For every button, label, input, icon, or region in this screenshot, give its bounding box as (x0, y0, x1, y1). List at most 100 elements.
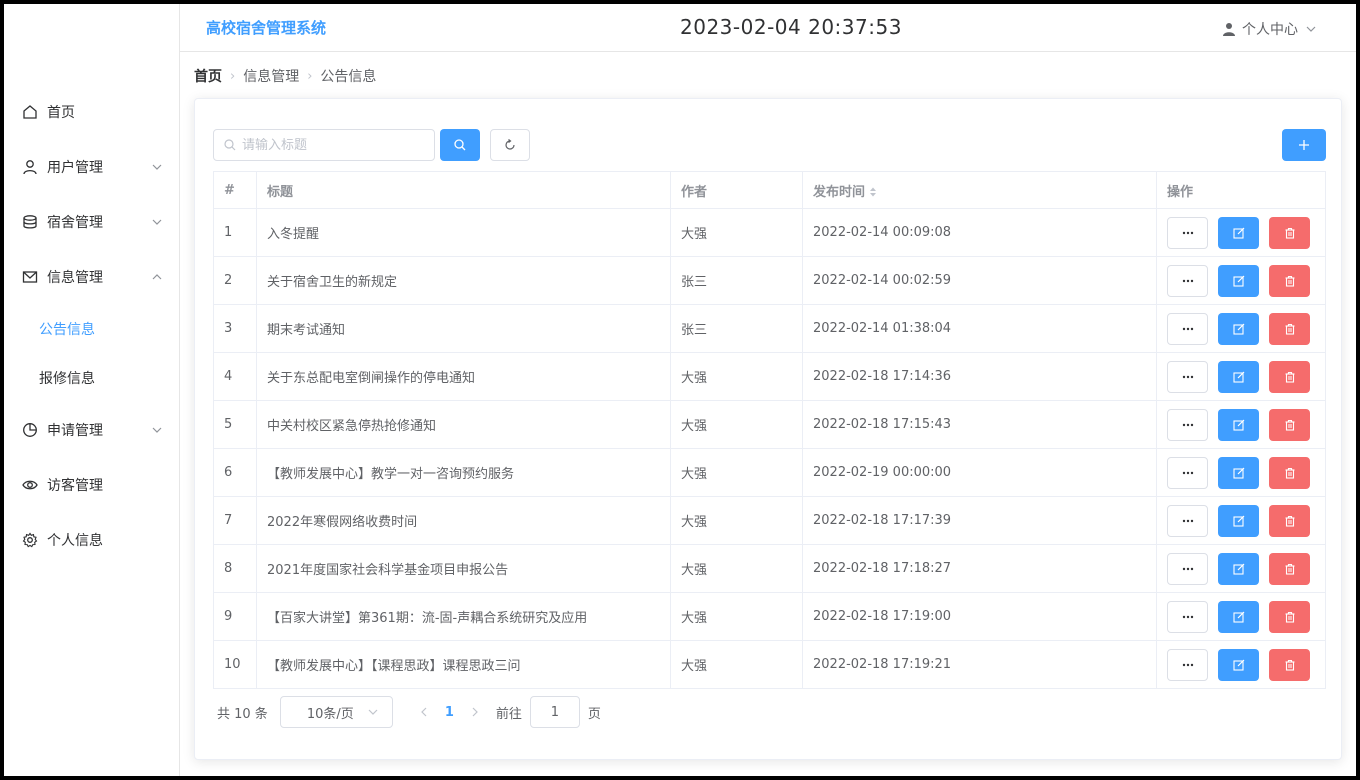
more-button[interactable] (1167, 408, 1208, 441)
edit-button[interactable] (1218, 600, 1259, 633)
more-button[interactable] (1167, 504, 1208, 537)
sidebar-subitem-announcements[interactable]: 公告信息 (4, 304, 180, 353)
table-row: 10 【教师发展中心】【课程思政】课程思政三问 大强 2022-02-18 17:19… (213, 640, 1326, 689)
gear-icon (22, 532, 38, 548)
goto-suffix: 页 (587, 706, 601, 722)
table-row: 3 期末考试通知 张三 2022-02-14 01:38:04 (213, 304, 1326, 353)
edit-button[interactable] (1218, 264, 1259, 297)
row-actions (1156, 592, 1326, 641)
more-icon (1182, 519, 1193, 522)
row-index: 4 (213, 352, 257, 401)
page-size-select[interactable]: 10条/页 (279, 696, 393, 728)
search-button[interactable] (440, 129, 480, 161)
row-actions (1156, 496, 1326, 545)
row-title: 关于宿舍卫生的新规定 (256, 256, 671, 305)
search-input[interactable] (242, 137, 422, 153)
edit-button[interactable] (1218, 456, 1259, 489)
row-time: 2022-02-18 17:19:00 (802, 592, 1157, 641)
row-title: 关于东总配电室倒闸操作的停电通知 (256, 352, 671, 401)
delete-button[interactable] (1269, 456, 1310, 489)
edit-button[interactable] (1218, 504, 1259, 537)
app-logo[interactable]: 高校宿舍管理系统 (206, 17, 326, 38)
chevron-down-icon (368, 709, 378, 715)
more-icon (1182, 375, 1193, 378)
row-title: 2021年度国家社会科学基金项目申报公告 (256, 544, 671, 593)
more-button[interactable] (1167, 552, 1208, 585)
column-header-time[interactable]: 发布时间 (802, 171, 1157, 209)
prev-page-icon[interactable] (419, 707, 429, 717)
row-author: 张三 (670, 256, 803, 305)
edit-button[interactable] (1218, 552, 1259, 585)
delete-button[interactable] (1269, 216, 1310, 249)
user-menu[interactable]: 个人中心 (1222, 19, 1316, 39)
row-action-group (1167, 360, 1315, 393)
sidebar-item-visitors[interactable]: 访客管理 (4, 457, 180, 512)
chevron-down-icon (152, 217, 162, 227)
more-button[interactable] (1167, 360, 1208, 393)
announcements-table: # 标题 作者 发布时间 操作 1 入冬提醒 大强 2022-02-14 00:09:… (213, 171, 1326, 689)
chevron-down-icon (152, 162, 162, 172)
row-time: 2022-02-14 00:02:59 (802, 256, 1157, 305)
delete-button[interactable] (1269, 504, 1310, 537)
sidebar-item-applications[interactable]: 申请管理 (4, 402, 180, 457)
sidebar: 首页 用户管理 宿舍管理 信息管理 公告信息 报修信息 申请管理 访客管理 个人… (4, 4, 180, 776)
more-button[interactable] (1167, 216, 1208, 249)
row-title: 期末考试通知 (256, 304, 671, 353)
table-row: 4 关于东总配电室倒闸操作的停电通知 大强 2022-02-18 17:14:36 (213, 352, 1326, 401)
row-title: 入冬提醒 (256, 208, 671, 257)
more-button[interactable] (1167, 312, 1208, 345)
edit-icon (1232, 323, 1244, 335)
more-button[interactable] (1167, 264, 1208, 297)
refresh-icon (505, 139, 515, 150)
breadcrumb-separator-icon: › (230, 68, 236, 84)
row-action-group (1167, 456, 1315, 489)
plus-icon (1299, 140, 1309, 150)
edit-button[interactable] (1218, 648, 1259, 681)
row-time: 2022-02-18 17:17:39 (802, 496, 1157, 545)
add-button[interactable] (1282, 129, 1326, 161)
delete-button[interactable] (1269, 264, 1310, 297)
more-button[interactable] (1167, 600, 1208, 633)
goto-page: 前往 页 (496, 696, 601, 728)
row-time: 2022-02-19 00:00:00 (802, 448, 1157, 497)
row-author: 张三 (670, 304, 803, 353)
row-author: 大强 (670, 400, 803, 449)
delete-button[interactable] (1269, 312, 1310, 345)
chevron-down-icon (152, 425, 162, 435)
table-header-row: # 标题 作者 发布时间 操作 (213, 171, 1326, 209)
table-row: 6 【教师发展中心】教学一对一咨询预约服务 大强 2022-02-19 00:00:0… (213, 448, 1326, 497)
sidebar-item-label: 个人信息 (47, 532, 103, 549)
delete-button[interactable] (1269, 552, 1310, 585)
row-time: 2022-02-18 17:18:27 (802, 544, 1157, 593)
page-number[interactable]: 1 (445, 705, 454, 720)
sidebar-item-profile[interactable]: 个人信息 (4, 512, 180, 567)
row-author: 大强 (670, 352, 803, 401)
delete-button[interactable] (1269, 600, 1310, 633)
sort-icon[interactable] (869, 186, 877, 198)
more-button[interactable] (1167, 648, 1208, 681)
breadcrumb-home[interactable]: 首页 (194, 66, 222, 86)
delete-button[interactable] (1269, 648, 1310, 681)
table-row: 5 中关村校区紧急停热抢修通知 大强 2022-02-18 17:15:43 (213, 400, 1326, 449)
row-actions (1156, 208, 1326, 257)
next-page-icon[interactable] (470, 707, 480, 717)
edit-button[interactable] (1218, 312, 1259, 345)
more-button[interactable] (1167, 456, 1208, 489)
delete-button[interactable] (1269, 360, 1310, 393)
edit-button[interactable] (1218, 216, 1259, 249)
delete-button[interactable] (1269, 408, 1310, 441)
sidebar-item-info[interactable]: 信息管理 (4, 249, 180, 304)
sidebar-item-users[interactable]: 用户管理 (4, 139, 180, 194)
row-time: 2022-02-18 17:15:43 (802, 400, 1157, 449)
more-icon (1182, 279, 1193, 282)
edit-button[interactable] (1218, 408, 1259, 441)
row-action-group (1167, 504, 1315, 537)
top-header: 高校宿舍管理系统 2023-02-04 20:37:53 个人中心 (180, 4, 1356, 52)
search-field[interactable] (213, 129, 435, 161)
sidebar-item-home[interactable]: 首页 (4, 84, 180, 139)
goto-page-input[interactable] (529, 696, 580, 728)
sidebar-item-dorms[interactable]: 宿舍管理 (4, 194, 180, 249)
edit-button[interactable] (1218, 360, 1259, 393)
reset-button[interactable] (490, 129, 530, 161)
sidebar-subitem-repairs[interactable]: 报修信息 (4, 353, 180, 402)
